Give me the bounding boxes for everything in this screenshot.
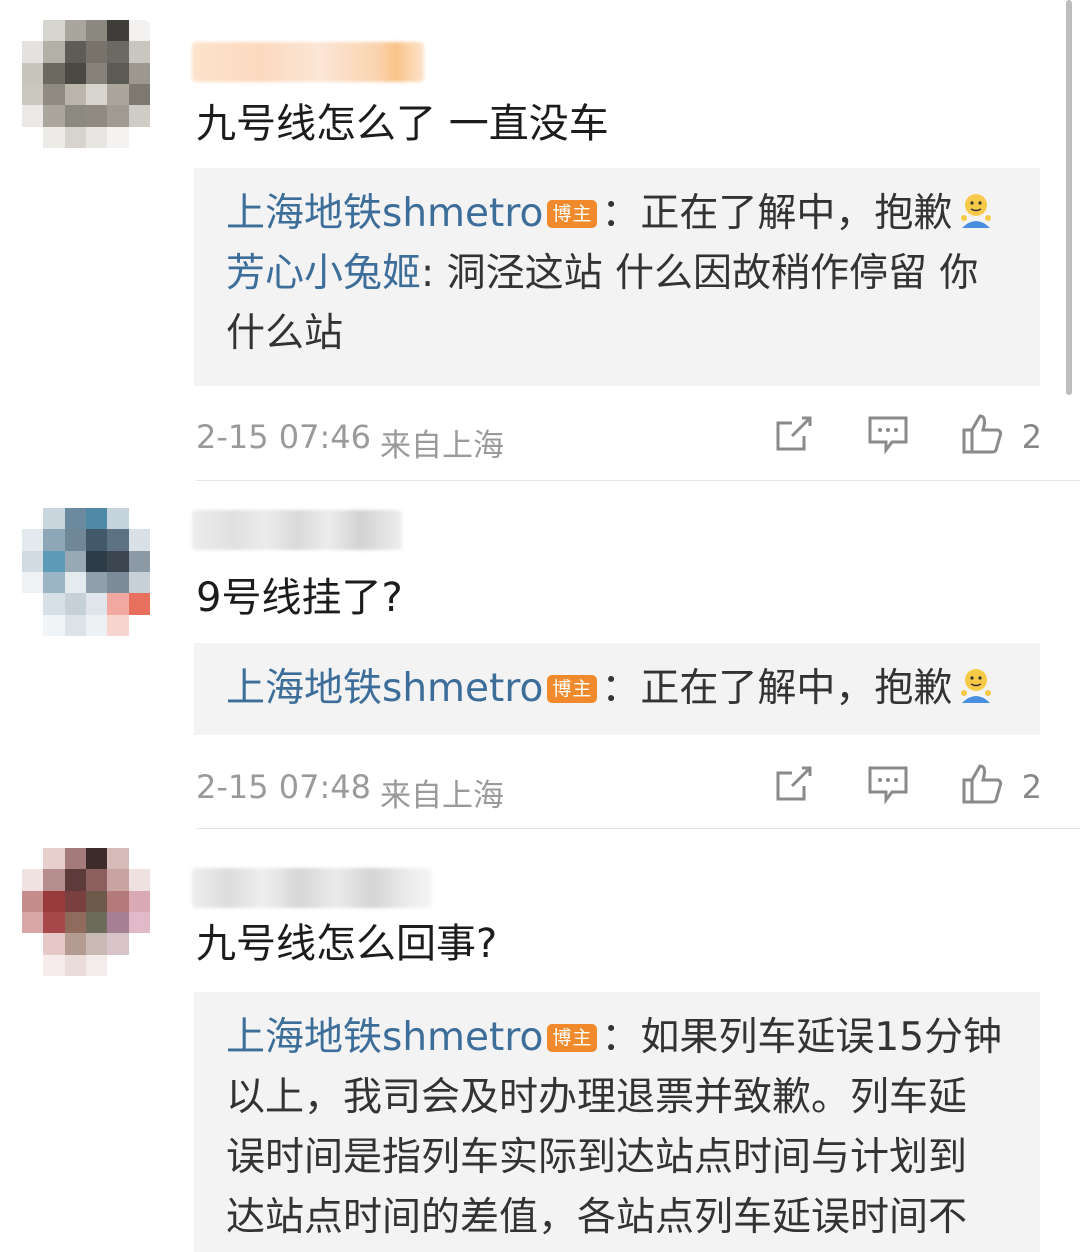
reply-content: 洞泾这站 什么因故稍作停留 你 — [446, 251, 979, 296]
comment-text: 9号线挂了? — [196, 575, 403, 621]
reply-content: 正在了解中，抱歉 — [640, 666, 953, 711]
reply-author[interactable]: 上海地铁shmetro — [226, 1015, 543, 1060]
author-badge: 博主 — [547, 1024, 598, 1052]
avatar[interactable] — [22, 508, 150, 636]
author-badge: 博主 — [547, 675, 598, 703]
username-blurred[interactable] — [192, 868, 432, 908]
reply-separator: ： — [601, 1015, 641, 1060]
comment-meta: 2-15 07:48 来自上海 2 — [196, 762, 1042, 814]
reply-content: 正在了解中，抱歉 — [640, 191, 953, 236]
reply-line: 芳心小兔姬: 洞泾这站 什么因故稍作停留 你 — [226, 244, 1006, 304]
author-badge: 博主 — [547, 200, 598, 228]
reply-line: 上海地铁shmetro 博主 ：正在了解中，抱歉 — [226, 659, 1006, 719]
reply-content-line: 误时间是指列车实际到达站点时间与计划到 — [226, 1135, 968, 1180]
like-icon[interactable] — [960, 412, 1004, 456]
username-blurred[interactable] — [192, 510, 402, 550]
reply-content-line: 达站点时间的差值，各站点列车延误时间不 — [226, 1195, 968, 1240]
scrollbar[interactable] — [1066, 0, 1072, 395]
reply-content-continued: 什么站 — [226, 311, 344, 356]
share-icon[interactable] — [772, 762, 816, 806]
comment-location: 来自上海 — [380, 428, 504, 464]
comment-time: 2-15 07:48 — [196, 768, 372, 806]
emoji-icon — [961, 194, 992, 228]
reply-separator: ： — [601, 666, 641, 711]
reply-box[interactable]: 上海地铁shmetro 博主 ：正在了解中，抱歉 芳心小兔姬: 洞泾这站 什么因故稍… — [194, 168, 1040, 386]
comment-text: 九号线怎么了 一直没车 — [196, 101, 609, 147]
comment-text: 九号线怎么回事? — [196, 921, 498, 967]
comment-time: 2-15 07:46 — [196, 418, 372, 456]
emoji-icon — [961, 669, 992, 703]
like-count: 2 — [1021, 768, 1042, 806]
reply-box[interactable]: 上海地铁shmetro 博主 ：正在了解中，抱歉 — [194, 643, 1040, 735]
reply-separator: : — [421, 251, 447, 296]
username-blurred[interactable] — [192, 42, 424, 82]
avatar[interactable] — [22, 20, 150, 148]
reply-author[interactable]: 上海地铁shmetro — [226, 191, 543, 236]
reply-line: 上海地铁shmetro 博主 ：如果列车延误15分钟 — [226, 1008, 1006, 1068]
reply-author[interactable]: 芳心小兔姬 — [226, 251, 421, 296]
reply-box[interactable]: 上海地铁shmetro 博主 ：如果列车延误15分钟 以上，我司会及时办理退票并致歉… — [194, 992, 1040, 1252]
reply-separator: ： — [601, 191, 641, 236]
share-icon[interactable] — [772, 412, 816, 456]
like-icon[interactable] — [960, 762, 1004, 806]
reply-line: 上海地铁shmetro 博主 ：正在了解中，抱歉 — [226, 184, 1006, 244]
reply-content: 如果列车延误15分钟 — [640, 1015, 1003, 1060]
comment-icon[interactable] — [866, 412, 910, 456]
divider — [196, 828, 1080, 829]
reply-content-line: 以上，我司会及时办理退票并致歉。列车延 — [226, 1075, 968, 1120]
divider — [196, 480, 1080, 481]
like-count: 2 — [1021, 418, 1042, 456]
avatar[interactable] — [22, 848, 150, 976]
comment-meta: 2-15 07:46 来自上海 2 — [196, 412, 1042, 464]
comment-icon[interactable] — [866, 762, 910, 806]
reply-author[interactable]: 上海地铁shmetro — [226, 666, 543, 711]
comment-location: 来自上海 — [380, 778, 504, 814]
